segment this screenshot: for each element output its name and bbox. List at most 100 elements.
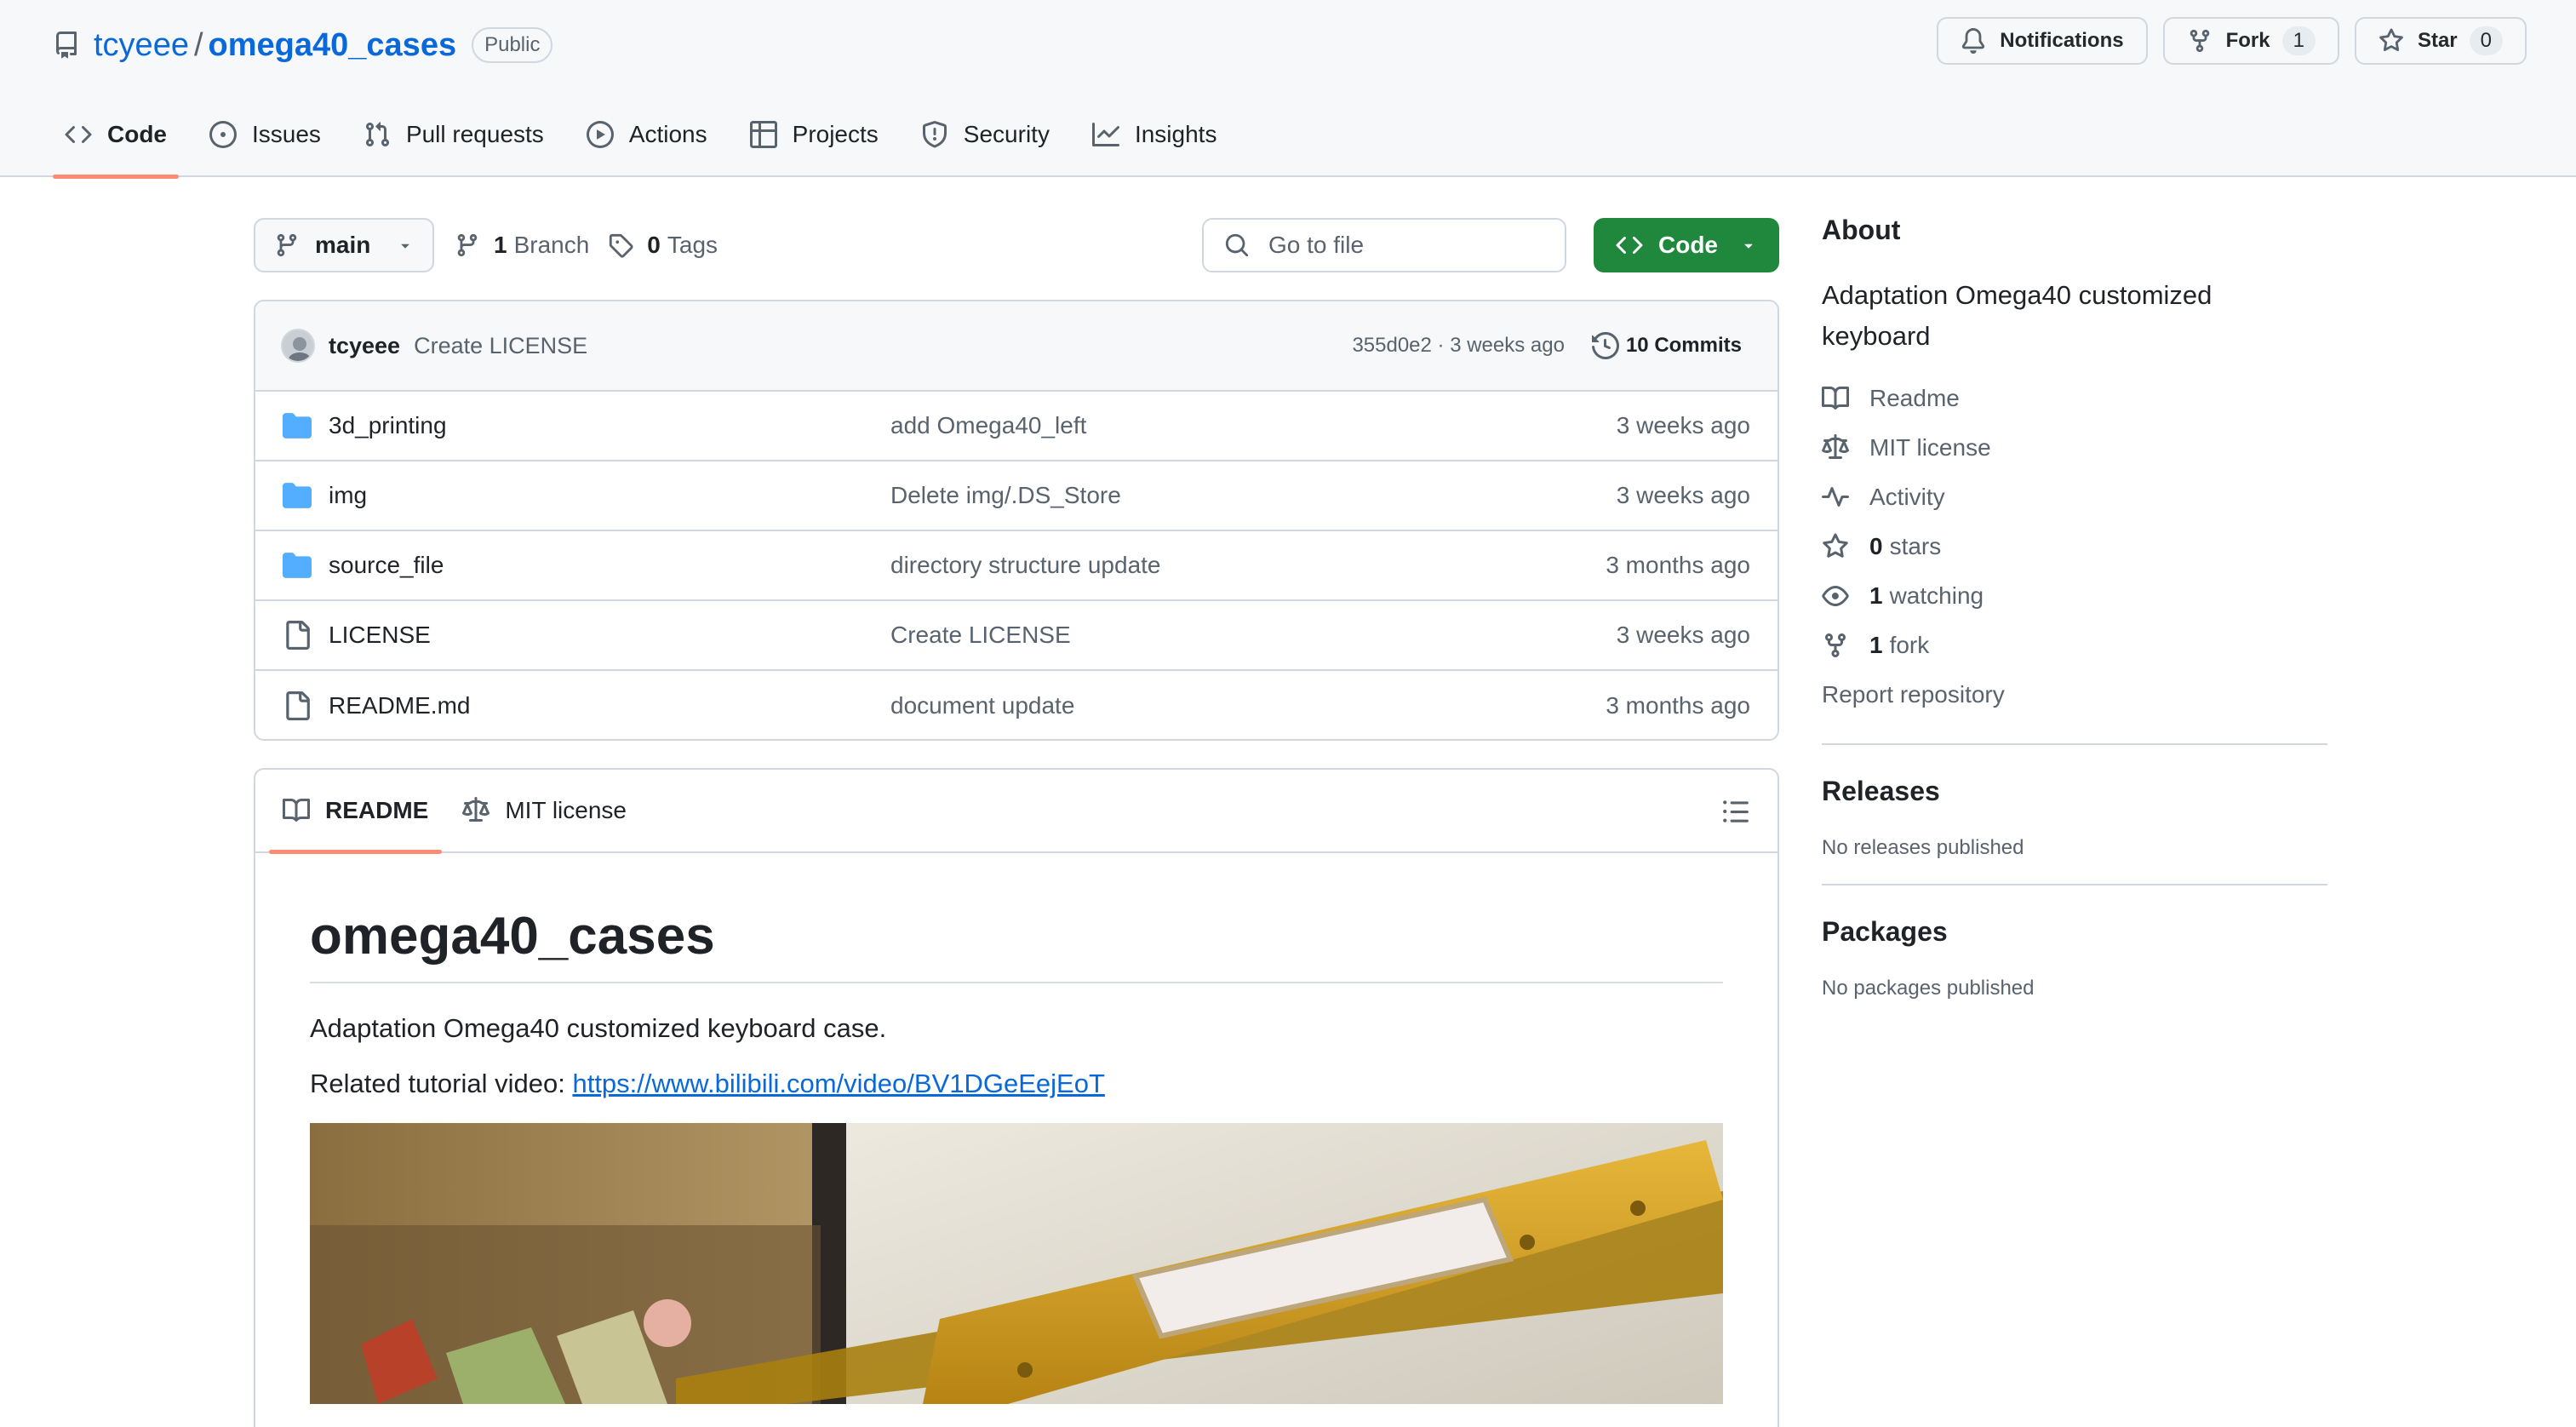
- code-icon: [1616, 236, 1643, 255]
- list-unordered-icon[interactable]: [1721, 797, 1750, 826]
- tab-code[interactable]: Code: [53, 114, 179, 179]
- book-icon: [283, 798, 310, 822]
- file-commit-message[interactable]: add Omega40_left: [890, 412, 1617, 439]
- stars-count: 0: [1869, 533, 1883, 560]
- pulse-icon: [1822, 487, 1849, 507]
- branches-label: Branch: [513, 232, 590, 258]
- folder-icon: [283, 553, 312, 578]
- folder-icon: [283, 483, 312, 508]
- report-repository-link[interactable]: Report repository: [1822, 670, 2327, 719]
- table-row[interactable]: LICENSE Create LICENSE 3 weeks ago: [255, 601, 1777, 671]
- tab-readme-label: README: [325, 797, 429, 823]
- issue-icon: [209, 121, 237, 148]
- commit-sha-time[interactable]: 355d0e2 · 3 weeks ago: [1352, 334, 1565, 358]
- file-name-link[interactable]: README.md: [329, 692, 890, 719]
- watching-link[interactable]: 1 watching: [1822, 571, 2327, 621]
- commits-count-label: 10 Commits: [1625, 334, 1742, 357]
- caret-down-icon: [401, 244, 409, 249]
- file-name-link[interactable]: img: [329, 482, 890, 509]
- forks-label: fork: [1889, 632, 1930, 659]
- repo-name-link[interactable]: omega40_cases: [209, 27, 457, 64]
- readme-content: omega40_cases Adaptation Omega40 customi…: [255, 853, 1777, 1405]
- readme-link-label: Readme: [1869, 385, 1960, 412]
- fork-button[interactable]: Fork 1: [2162, 17, 2339, 65]
- readme-paragraph: Adaptation Omega40 customized keyboard c…: [310, 1013, 887, 1043]
- repo-nav: Code Issues Pull requests Actions Projec…: [53, 114, 1247, 179]
- table-row[interactable]: 3d_printing add Omega40_left 3 weeks ago: [255, 392, 1777, 461]
- commit-author-link[interactable]: tcyeee: [329, 333, 400, 359]
- file-name-link[interactable]: source_file: [329, 552, 890, 579]
- readme-keyboard-photo: [310, 1123, 1723, 1405]
- law-icon: [462, 797, 490, 822]
- file-commit-message[interactable]: Create LICENSE: [890, 622, 1617, 649]
- code-icon: [65, 125, 92, 144]
- file-commit-date: 3 months ago: [1606, 692, 1750, 719]
- file-commit-message[interactable]: document update: [890, 692, 1606, 719]
- stars-link[interactable]: 0 stars: [1822, 522, 2327, 571]
- repo-owner-link[interactable]: tcyeee: [94, 27, 189, 64]
- file-commit-message[interactable]: directory structure update: [890, 552, 1606, 579]
- releases-heading[interactable]: Releases: [1822, 776, 2327, 807]
- play-icon: [586, 121, 614, 148]
- branch-name: main: [315, 232, 371, 258]
- code-dropdown-button[interactable]: Code: [1594, 218, 1779, 272]
- branch-selector-button[interactable]: main: [254, 218, 434, 272]
- license-link[interactable]: MIT license: [1822, 423, 2327, 473]
- star-button[interactable]: Star 0: [2354, 17, 2527, 65]
- commits-history-link[interactable]: 10 Commits: [1591, 332, 1742, 359]
- star-label: Star: [2417, 29, 2458, 52]
- branches-count: 1: [494, 232, 507, 258]
- repo-icon: [56, 32, 77, 59]
- bell-icon: [1962, 28, 1985, 54]
- activity-link[interactable]: Activity: [1822, 473, 2327, 522]
- table-row[interactable]: img Delete img/.DS_Store 3 weeks ago: [255, 461, 1777, 531]
- file-name-link[interactable]: 3d_printing: [329, 412, 890, 439]
- repo-header: tcyeee / omega40_cases Public Notificati…: [0, 0, 2576, 179]
- table-row[interactable]: source_file directory structure update 3…: [255, 531, 1777, 601]
- table-row[interactable]: README.md document update 3 months ago: [255, 671, 1777, 739]
- file-commit-message[interactable]: Delete img/.DS_Store: [890, 482, 1617, 509]
- star-icon: [1823, 533, 1848, 558]
- fork-count-badge: 1: [2281, 26, 2316, 55]
- readme-video-link[interactable]: https://www.bilibili.com/video/BV1DGeEej…: [572, 1069, 1104, 1098]
- branches-link[interactable]: 1 Branch: [455, 232, 589, 259]
- repo-sidebar: About Adaptation Omega40 customized keyb…: [1822, 215, 2327, 1000]
- notifications-button[interactable]: Notifications: [1937, 17, 2148, 65]
- tag-icon: [610, 233, 633, 258]
- tab-readme[interactable]: README: [269, 770, 443, 854]
- tab-projects[interactable]: Projects: [738, 114, 890, 177]
- shield-icon: [922, 121, 947, 148]
- history-icon: [1591, 332, 1619, 359]
- avatar[interactable]: [281, 329, 315, 363]
- fork-label: Fork: [2225, 29, 2270, 52]
- readme-title: omega40_cases: [310, 906, 1723, 983]
- tab-security[interactable]: Security: [909, 114, 1062, 177]
- commit-message-link[interactable]: Create LICENSE: [414, 333, 587, 359]
- go-to-file-placeholder: Go to file: [1268, 232, 1365, 258]
- tags-count: 0: [647, 232, 661, 258]
- latest-commit-bar: tcyeee Create LICENSE 355d0e2 · 3 weeks …: [255, 301, 1777, 392]
- table-icon: [749, 121, 777, 148]
- book-icon: [1822, 387, 1849, 410]
- folder-icon: [283, 413, 312, 438]
- tab-license[interactable]: MIT license: [449, 770, 640, 852]
- packages-heading[interactable]: Packages: [1822, 916, 2327, 948]
- go-to-file-input[interactable]: Go to file: [1202, 218, 1566, 272]
- eye-icon: [1822, 586, 1849, 607]
- star-count-badge: 0: [2469, 26, 2503, 55]
- tags-link[interactable]: 0 Tags: [608, 232, 718, 259]
- forks-link[interactable]: 1 fork: [1822, 621, 2327, 670]
- watching-label: watching: [1889, 582, 1984, 610]
- tab-issues[interactable]: Issues: [197, 114, 333, 177]
- tab-insights[interactable]: Insights: [1080, 114, 1229, 177]
- watching-count: 1: [1869, 582, 1883, 610]
- readme-video-prefix: Related tutorial video:: [310, 1069, 573, 1099]
- readme-link[interactable]: Readme: [1822, 374, 2327, 423]
- file-name-link[interactable]: LICENSE: [329, 622, 890, 649]
- fork-icon: [2190, 29, 2209, 53]
- tab-actions[interactable]: Actions: [575, 114, 719, 177]
- tab-projects-label: Projects: [792, 121, 879, 147]
- tags-label: Tags: [667, 232, 718, 258]
- branch-tag-links: 1 Branch 0 Tags: [455, 218, 736, 272]
- tab-pull-requests[interactable]: Pull requests: [352, 114, 556, 177]
